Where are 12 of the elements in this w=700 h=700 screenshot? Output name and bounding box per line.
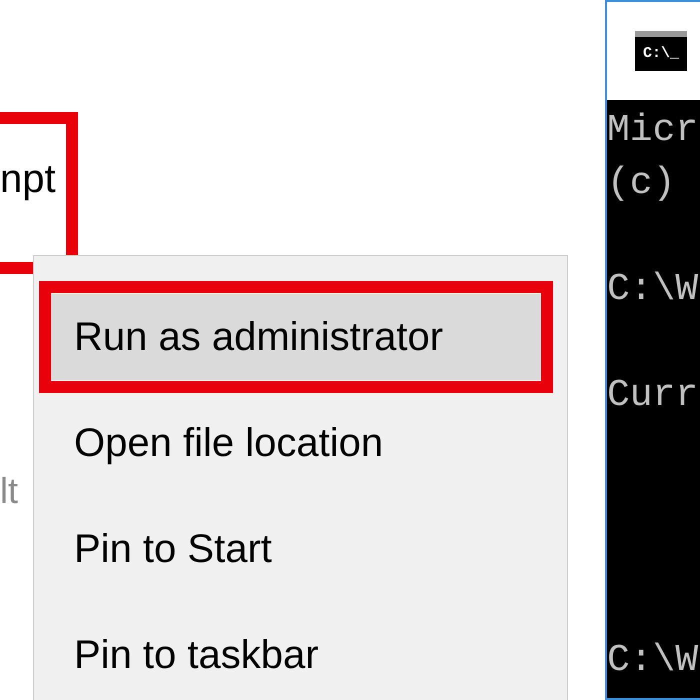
menu-item[interactable]: Run as administrator (51, 294, 541, 380)
console-line: Curr (607, 373, 700, 419)
menu-item[interactable]: Pin to Start (51, 506, 541, 592)
menu-item[interactable]: Pin to taskbar (51, 612, 541, 698)
console-icon: C:\_ (635, 31, 687, 71)
menu-item[interactable]: Open file location (51, 400, 541, 486)
console-line: C:\W (607, 267, 700, 313)
console-line: Micr (607, 108, 700, 154)
result-title: npt (0, 156, 56, 203)
result-subtitle: lt (0, 470, 18, 512)
console-line: C:\W (607, 638, 700, 684)
console-line: (c) (607, 161, 676, 207)
